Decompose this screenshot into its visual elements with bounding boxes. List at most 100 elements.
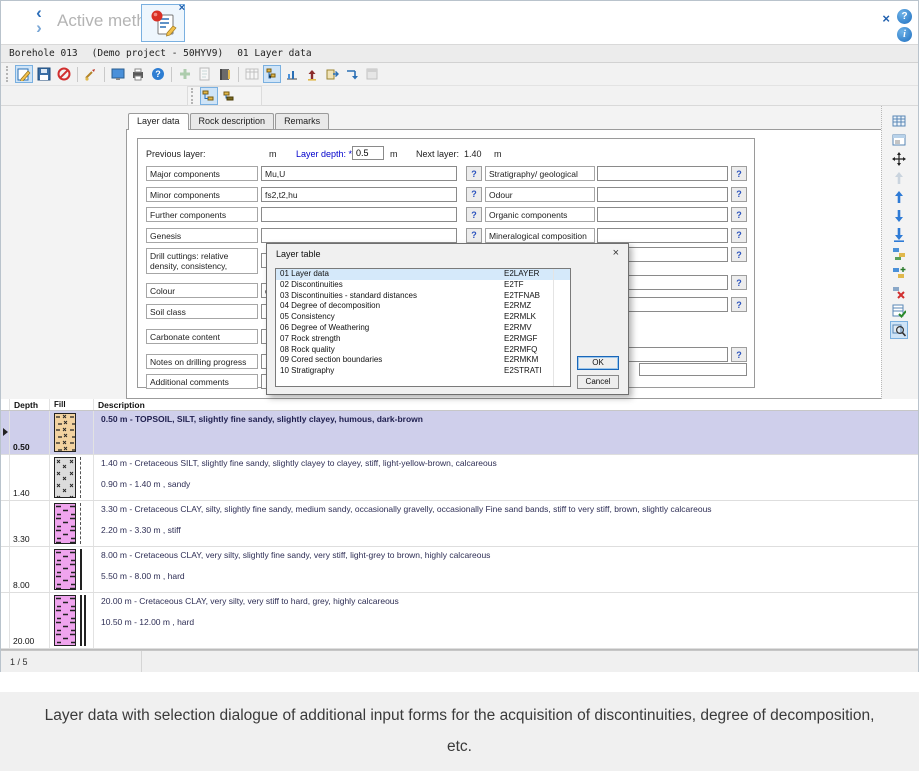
layer-fill-cell[interactable] (50, 547, 94, 592)
previous-record-button[interactable] (890, 188, 908, 206)
layer-row[interactable]: 8.00 8.00 m - Cretaceous CLAY, very silt… (1, 547, 918, 593)
new-document-button[interactable] (196, 65, 214, 83)
field-input[interactable] (597, 228, 728, 243)
move-button[interactable] (890, 150, 908, 168)
layer-depth-cell[interactable]: 0.50 (10, 411, 50, 454)
row-selector[interactable] (1, 593, 10, 648)
layer-row[interactable]: 20.00 20.00 m - Cretaceous CLAY, very si… (1, 593, 918, 649)
field-help-button[interactable]: ? (466, 166, 482, 181)
cancel-button[interactable]: Cancel (577, 375, 619, 389)
row-selector[interactable] (1, 455, 10, 500)
expand-tree-button[interactable] (200, 87, 218, 105)
ok-button[interactable]: OK (577, 356, 619, 370)
layer-description-cell[interactable]: 0.50 m - TOPSOIL, SILT, slightly fine sa… (94, 411, 918, 454)
validate-table-button[interactable] (890, 302, 908, 320)
close-window-icon[interactable]: × (882, 11, 890, 26)
field-help-button[interactable]: ? (731, 187, 747, 202)
last-record-button[interactable] (890, 226, 908, 244)
field-help-button[interactable]: ? (731, 228, 747, 243)
layer-depth-cell[interactable]: 20.00 (10, 593, 50, 648)
layer-table-option[interactable]: 10 Stratigraphy E2STRATI (276, 366, 570, 377)
field-help-button[interactable]: ? (466, 187, 482, 202)
grid-view-button[interactable] (890, 112, 908, 130)
layer-table-option[interactable]: 04 Degree of decomposition E2RMZ (276, 301, 570, 312)
field-input[interactable]: Mu,U (261, 166, 457, 181)
field-input[interactable] (261, 228, 457, 243)
next-record-button[interactable] (890, 207, 908, 225)
preview-button[interactable] (109, 65, 127, 83)
layer-depth-cell[interactable]: 3.30 (10, 501, 50, 546)
layer-table-option[interactable]: 07 Rock strength E2RMGF (276, 334, 570, 345)
layer-depth-input[interactable] (352, 146, 384, 160)
print-button[interactable] (129, 65, 147, 83)
cancel-button[interactable] (55, 65, 73, 83)
fill-column-header[interactable]: Fill (50, 399, 94, 410)
import-button[interactable] (303, 65, 321, 83)
layer-table-option[interactable]: 05 Consistency E2RMLK (276, 312, 570, 323)
field-help-button[interactable]: ? (731, 207, 747, 222)
table-view-button[interactable] (243, 65, 261, 83)
active-method-tab[interactable]: × (141, 4, 185, 42)
layer-row[interactable]: 3.30 3.30 m - Cretaceous CLAY, silty, sl… (1, 501, 918, 547)
scroll-methods-right-icon[interactable]: › (31, 20, 47, 35)
tree-view-button[interactable] (263, 65, 281, 83)
field-input[interactable] (597, 166, 728, 181)
save-button[interactable] (35, 65, 53, 83)
layer-fill-cell[interactable] (50, 411, 94, 454)
toolbar-grip[interactable] (6, 66, 10, 82)
tab[interactable]: Rock description (190, 113, 275, 129)
layer-table-option[interactable]: 03 Discontinuities - standard distances … (276, 291, 570, 302)
send-to-button[interactable] (343, 65, 361, 83)
edit-record-button[interactable] (15, 65, 33, 83)
depth-column-header[interactable]: Depth (10, 399, 50, 410)
row-selector[interactable] (1, 411, 10, 454)
layer-table-option[interactable]: 09 Cored section boundaries E2RMKM (276, 355, 570, 366)
help-icon[interactable]: ? (897, 9, 912, 24)
layer-fill-cell[interactable] (50, 501, 94, 546)
layer-description-cell[interactable]: 3.30 m - Cretaceous CLAY, silty, slightl… (94, 501, 918, 546)
search-layers-button[interactable] (890, 321, 908, 339)
row-selector[interactable] (1, 547, 10, 592)
field-help-button[interactable]: ? (731, 166, 747, 181)
layer-table-option[interactable]: 06 Degree of Weathering E2RMV (276, 323, 570, 334)
tools-button[interactable] (82, 65, 100, 83)
dialog-close-icon[interactable]: × (613, 247, 619, 259)
field-input[interactable]: fs2,t2,hu (261, 187, 457, 202)
row-selector[interactable] (1, 501, 10, 546)
layer-row[interactable]: 0.50 0.50 m - TOPSOIL, SILT, slightly fi… (1, 411, 918, 455)
chart-view-button[interactable] (283, 65, 301, 83)
collapse-tree-button[interactable] (220, 87, 238, 105)
delete-layer-button[interactable] (890, 283, 908, 301)
layer-depth-cell[interactable]: 1.40 (10, 455, 50, 500)
insert-layer-button[interactable] (890, 245, 908, 263)
field-help-button[interactable]: ? (466, 207, 482, 222)
export-button[interactable] (323, 65, 341, 83)
field-input[interactable] (261, 207, 457, 222)
layer-description-cell[interactable]: 8.00 m - Cretaceous CLAY, very silty, sl… (94, 547, 918, 592)
toolbar-help-button[interactable]: ? (149, 65, 167, 83)
add-record-button[interactable] (176, 65, 194, 83)
info-icon[interactable]: i (897, 27, 912, 42)
field-help-button[interactable]: ? (466, 228, 482, 243)
tab[interactable]: Layer data (128, 113, 189, 130)
layer-table-option[interactable]: 02 Discontinuities E2TF (276, 280, 570, 291)
first-record-button[interactable] (890, 169, 908, 187)
layer-table-option[interactable]: 08 Rock quality E2RMFQ (276, 345, 570, 356)
catalogue-button[interactable] (216, 65, 234, 83)
description-column-header[interactable]: Description (94, 399, 918, 410)
add-layer-button[interactable] (890, 264, 908, 282)
window-layout-button[interactable] (363, 65, 381, 83)
layer-description-cell[interactable]: 1.40 m - Cretaceous SILT, slightly fine … (94, 455, 918, 500)
tab[interactable]: Remarks (275, 113, 329, 129)
layer-fill-cell[interactable] (50, 593, 94, 648)
layer-description-cell[interactable]: 20.00 m - Cretaceous CLAY, very silty, v… (94, 593, 918, 648)
layer-row[interactable]: 1.40 1.40 m - Cretaceous SILT, slightly … (1, 455, 918, 501)
layer-depth-cell[interactable]: 8.00 (10, 547, 50, 592)
field-input[interactable] (597, 207, 728, 222)
layer-fill-cell[interactable] (50, 455, 94, 500)
field-input[interactable] (597, 187, 728, 202)
form-view-button[interactable] (890, 131, 908, 149)
toolbar-grip[interactable] (191, 88, 195, 104)
layer-table-option[interactable]: 01 Layer data E2LAYER (276, 269, 570, 280)
close-method-icon[interactable]: × (179, 3, 185, 13)
